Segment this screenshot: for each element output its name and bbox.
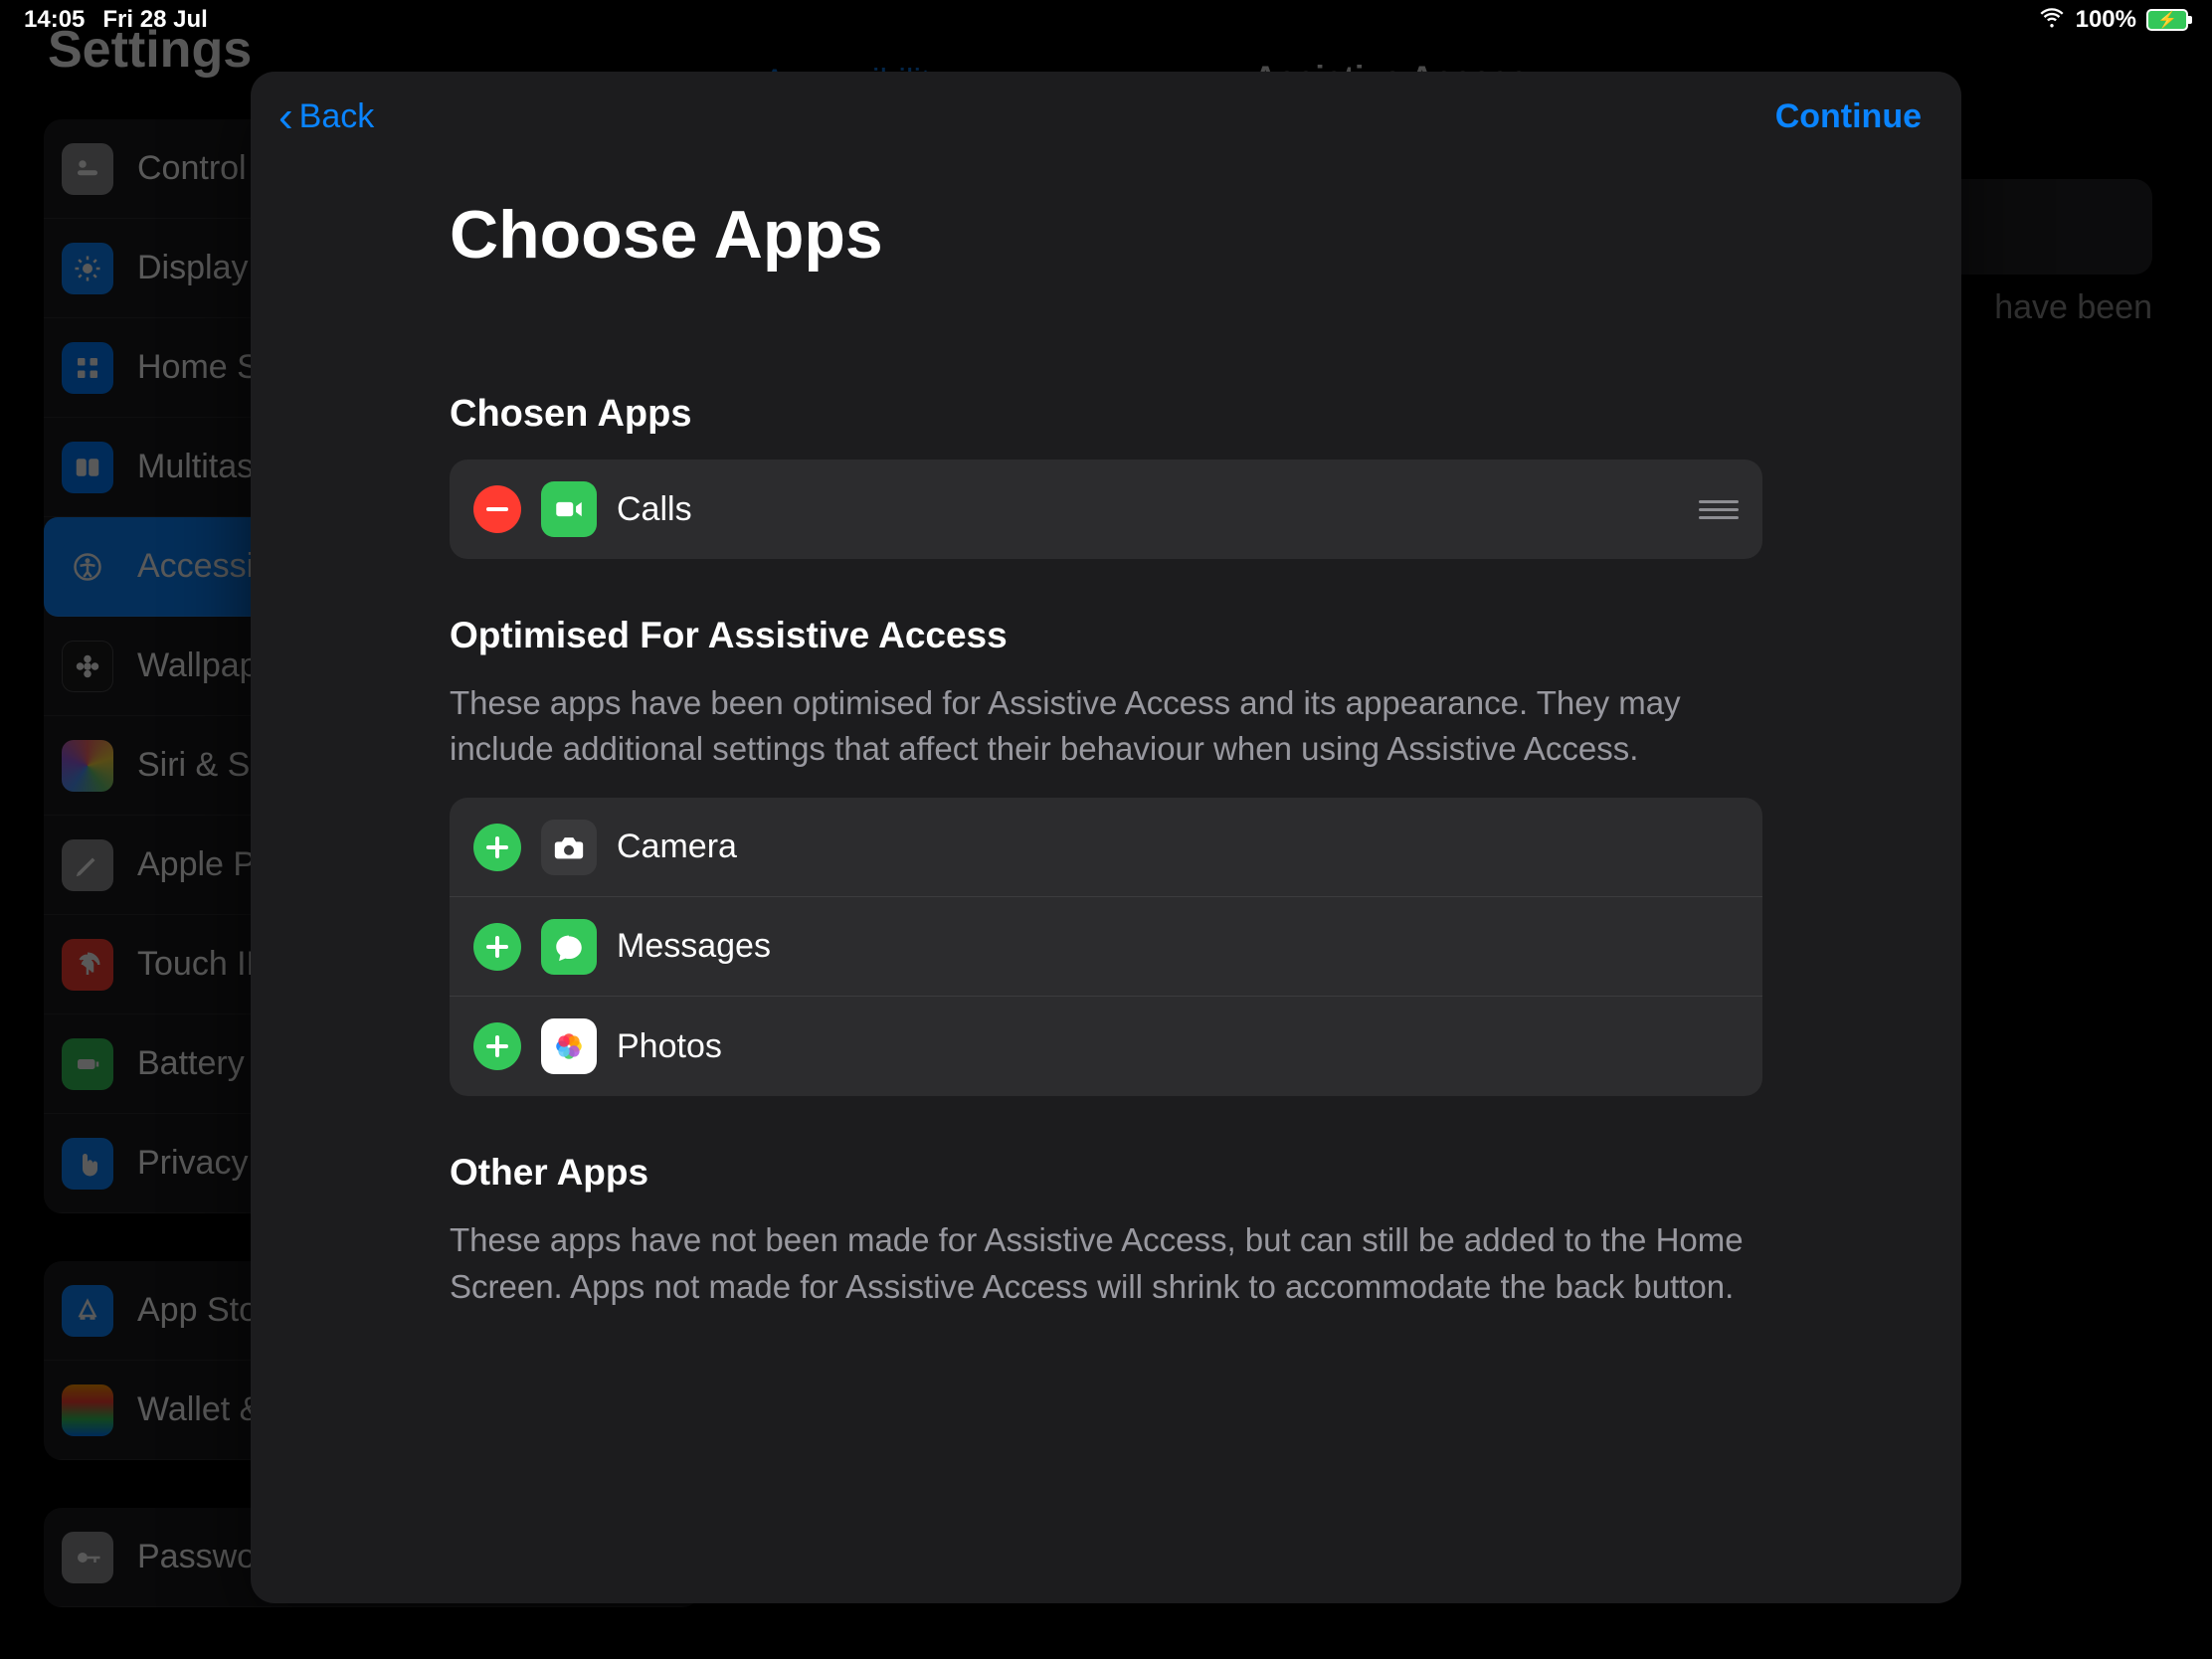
optimised-app-row[interactable]: Camera — [450, 798, 1762, 897]
siri-icon — [62, 740, 113, 792]
app-label: Calls — [617, 490, 692, 529]
optimised-app-row[interactable]: Messages — [450, 897, 1762, 997]
app-label: Camera — [617, 828, 737, 866]
pencil-icon — [62, 839, 113, 891]
status-date: Fri 28 Jul — [102, 6, 207, 34]
back-button[interactable]: ‹ Back — [278, 97, 374, 136]
remove-button[interactable] — [473, 485, 521, 533]
photos-icon — [541, 1018, 597, 1074]
optimised-app-row[interactable]: Photos — [450, 997, 1762, 1096]
chevron-left-icon: ‹ — [278, 99, 293, 134]
flower-icon — [62, 641, 113, 692]
appstore-icon — [62, 1285, 113, 1337]
hand-icon — [62, 1138, 113, 1190]
toggles-icon — [62, 143, 113, 195]
status-time: 14:05 — [24, 6, 85, 34]
key-icon — [62, 1532, 113, 1583]
wallet-icon — [62, 1384, 113, 1436]
messages-icon — [541, 919, 597, 975]
app-label: Messages — [617, 927, 771, 966]
page-title: Choose Apps — [450, 196, 1762, 274]
wifi-icon — [2038, 3, 2066, 38]
drag-handle-icon[interactable] — [1699, 500, 1739, 519]
camera-icon — [541, 820, 597, 875]
back-label: Back — [299, 97, 375, 136]
battery-icon: ⚡ — [2146, 9, 2188, 31]
chosen-apps-header: Chosen Apps — [450, 393, 1762, 436]
chosen-apps-list: Calls — [450, 460, 1762, 559]
modal-header: ‹ Back Continue — [251, 72, 1961, 156]
app-label: Photos — [617, 1027, 722, 1066]
multitask-icon — [62, 442, 113, 493]
facetime-icon — [541, 481, 597, 537]
grid-icon — [62, 342, 113, 394]
optimised-description: These apps have been optimised for Assis… — [450, 680, 1762, 772]
add-button[interactable] — [473, 1022, 521, 1070]
choose-apps-modal: ‹ Back Continue Choose Apps Chosen Apps … — [251, 72, 1961, 1603]
battery-percentage: 100% — [2076, 6, 2136, 34]
continue-button[interactable]: Continue — [1775, 97, 1922, 136]
optimised-apps-list: Camera Messages Photos — [450, 798, 1762, 1096]
battery-icon — [62, 1038, 113, 1090]
chosen-app-row[interactable]: Calls — [450, 460, 1762, 559]
add-button[interactable] — [473, 923, 521, 971]
status-bar: 14:05 Fri 28 Jul 100% ⚡ — [0, 0, 2212, 40]
sidebar-item-label: Battery — [137, 1044, 245, 1083]
other-apps-description: These apps have not been made for Assist… — [450, 1217, 1762, 1309]
fingerprint-icon — [62, 939, 113, 991]
other-apps-header: Other Apps — [450, 1152, 1762, 1194]
brightness-icon — [62, 243, 113, 294]
accessibility-icon — [62, 541, 113, 593]
add-button[interactable] — [473, 824, 521, 871]
optimised-header: Optimised For Assistive Access — [450, 615, 1762, 656]
background-right-text: have been — [1994, 288, 2152, 327]
